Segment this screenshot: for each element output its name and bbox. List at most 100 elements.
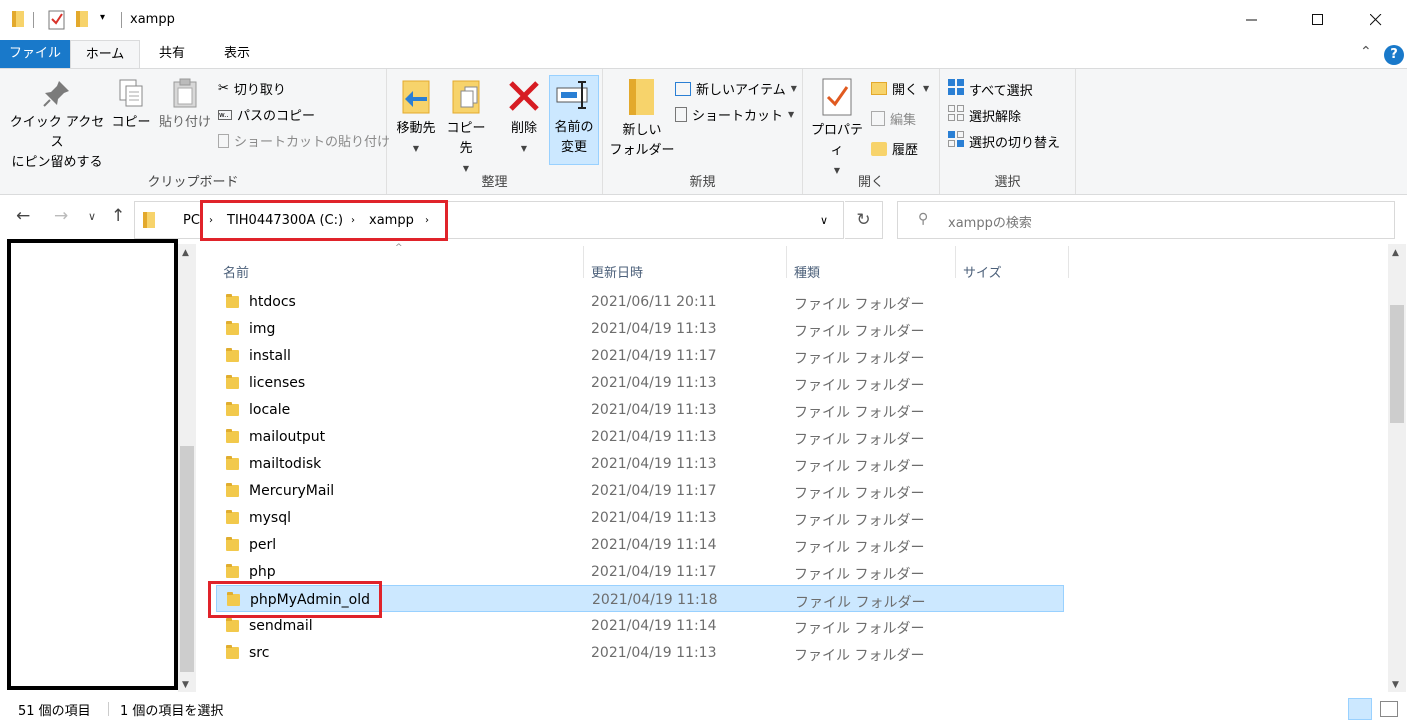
paste-button[interactable]: 貼り付け	[155, 77, 215, 133]
invert-selection-button[interactable]: 選択の切り替え	[948, 131, 1060, 151]
file-row[interactable]: perl 2021/04/19 11:14 ファイル フォルダー	[216, 531, 1064, 558]
easy-access-button[interactable]: ショートカット ▼	[675, 105, 794, 124]
move-to-button[interactable]: 移動先 ▼	[393, 77, 439, 159]
maximize-button[interactable]	[1295, 0, 1341, 40]
file-row[interactable]: licenses 2021/04/19 11:13 ファイル フォルダー	[216, 369, 1064, 396]
folder-icon	[226, 402, 239, 416]
file-name: htdocs	[249, 294, 296, 310]
search-box[interactable]: ⚲ xamppの検索	[897, 201, 1395, 239]
copy-path-icon: w..	[218, 109, 232, 120]
folder-icon	[226, 618, 239, 632]
new-item-button[interactable]: 新しいアイテム ▼	[675, 79, 797, 98]
history-button[interactable]: 履歴	[871, 139, 918, 158]
new-folder-icon	[627, 77, 657, 117]
select-none-label: 選択解除	[969, 109, 1022, 125]
tab-file[interactable]: ファイル	[0, 40, 70, 68]
open-button[interactable]: 開く ▼	[871, 79, 929, 98]
copy-path-button[interactable]: w.. パスのコピー	[218, 105, 315, 124]
forward-arrow-icon[interactable]: →	[54, 206, 68, 226]
file-row[interactable]: tmp 2021/06/16 20:20 ファイル フォルダー	[216, 666, 1064, 688]
highlight-box-file	[208, 581, 382, 618]
file-modified: 2021/04/19 11:17	[591, 564, 717, 580]
file-name: tmp	[249, 672, 278, 688]
file-row[interactable]: install 2021/04/19 11:17 ファイル フォルダー	[216, 342, 1064, 369]
scroll-down-icon[interactable]: ▼	[182, 680, 189, 690]
tab-home[interactable]: ホーム	[70, 40, 140, 69]
properties-icon[interactable]	[48, 10, 66, 33]
help-icon[interactable]: ?	[1384, 45, 1404, 65]
copy-button[interactable]: コピー	[110, 77, 152, 133]
column-header-modified[interactable]: 更新日時	[591, 262, 643, 281]
column-separator[interactable]	[786, 246, 787, 278]
edit-button[interactable]: 編集	[871, 109, 916, 128]
folder-icon	[226, 510, 239, 524]
open-icon	[871, 82, 887, 95]
delete-button[interactable]: 削除 ▼	[501, 77, 547, 159]
details-view-icon[interactable]	[1348, 698, 1372, 720]
file-type: ファイル フォルダー	[794, 432, 925, 448]
tab-share[interactable]: 共有	[142, 40, 202, 68]
item-count: 51 個の項目	[18, 704, 91, 719]
new-folder-label-2: フォルダー	[609, 143, 675, 158]
pin-quick-access-button[interactable]: クイック アクセス にピン留めする	[6, 77, 108, 173]
column-separator[interactable]	[583, 246, 584, 278]
column-header-type[interactable]: 種類	[794, 262, 820, 281]
select-none-button[interactable]: 選択解除	[948, 105, 1021, 125]
rename-button[interactable]: 名前の 変更	[549, 75, 599, 165]
file-modified: 2021/04/19 11:13	[591, 456, 717, 472]
minimize-button[interactable]	[1229, 0, 1275, 40]
recent-locations-icon[interactable]: ∨	[88, 210, 96, 223]
column-separator[interactable]	[1068, 246, 1069, 278]
scroll-up-icon[interactable]: ▲	[1392, 248, 1399, 258]
group-label-open: 開く	[857, 175, 884, 190]
separator	[33, 12, 34, 28]
scissors-icon: ✂	[218, 81, 229, 96]
close-button[interactable]	[1353, 0, 1399, 40]
scroll-down-icon[interactable]: ▼	[1392, 680, 1399, 690]
new-folder-icon[interactable]	[76, 11, 88, 30]
file-row[interactable]: src 2021/04/19 11:13 ファイル フォルダー	[216, 639, 1064, 666]
file-name: locale	[249, 402, 291, 418]
file-modified: 2021/04/19 11:14	[591, 618, 717, 634]
folder-icon	[12, 11, 24, 27]
folder-icon	[226, 429, 239, 443]
large-icons-view-icon[interactable]	[1380, 701, 1398, 717]
rename-label-2: 変更	[560, 140, 587, 155]
file-name: licenses	[249, 375, 306, 391]
file-list-scroll-thumb[interactable]	[1390, 305, 1404, 423]
breadcrumb-pc[interactable]: PC	[183, 213, 200, 228]
new-item-icon	[675, 81, 691, 96]
file-row[interactable]: img 2021/04/19 11:13 ファイル フォルダー	[216, 315, 1064, 342]
column-header-name[interactable]: 名前	[223, 262, 249, 281]
column-separator[interactable]	[955, 246, 956, 278]
scroll-up-icon[interactable]: ▲	[182, 248, 189, 258]
file-row[interactable]: mailoutput 2021/04/19 11:13 ファイル フォルダー	[216, 423, 1064, 450]
file-type: ファイル フォルダー	[794, 459, 925, 475]
select-all-button[interactable]: すべて選択	[948, 79, 1033, 99]
collapse-ribbon-icon[interactable]: ⌃	[1360, 44, 1372, 60]
file-row[interactable]: mysql 2021/04/19 11:13 ファイル フォルダー	[216, 504, 1064, 531]
rename-icon	[555, 76, 593, 114]
file-row[interactable]: htdocs 2021/06/11 20:11 ファイル フォルダー	[216, 288, 1064, 315]
search-input[interactable]: xamppの検索	[948, 212, 1032, 231]
back-arrow-icon[interactable]: ←	[16, 206, 30, 226]
new-folder-button[interactable]: 新しい フォルダー	[609, 77, 675, 161]
group-organize: 移動先 ▼ コピー先 ▼ 削除 ▼ 名前の 変更 整理	[387, 69, 603, 194]
column-header-size[interactable]: サイズ	[963, 262, 1002, 281]
customize-qat-icon[interactable]: ▾	[100, 12, 105, 23]
tab-view[interactable]: 表示	[204, 40, 270, 68]
copy-to-button[interactable]: コピー先 ▼	[441, 77, 491, 179]
up-arrow-icon[interactable]: ↑	[111, 206, 125, 226]
properties-button[interactable]: プロパティ ▼	[807, 77, 867, 181]
file-row[interactable]: MercuryMail 2021/04/19 11:17 ファイル フォルダー	[216, 477, 1064, 504]
file-row[interactable]: mailtodisk 2021/04/19 11:13 ファイル フォルダー	[216, 450, 1064, 477]
file-type: ファイル フォルダー	[794, 297, 925, 313]
search-icon: ⚲	[918, 211, 929, 227]
paste-shortcut-button[interactable]: ショートカットの貼り付け	[218, 131, 390, 150]
folder-icon	[226, 348, 239, 362]
paste-shortcut-label: ショートカットの貼り付け	[234, 135, 391, 150]
refresh-button[interactable]: ↻	[845, 201, 883, 239]
cut-button[interactable]: ✂ 切り取り	[218, 79, 286, 98]
file-row[interactable]: locale 2021/04/19 11:13 ファイル フォルダー	[216, 396, 1064, 423]
address-dropdown-icon[interactable]: ∨	[820, 214, 828, 227]
